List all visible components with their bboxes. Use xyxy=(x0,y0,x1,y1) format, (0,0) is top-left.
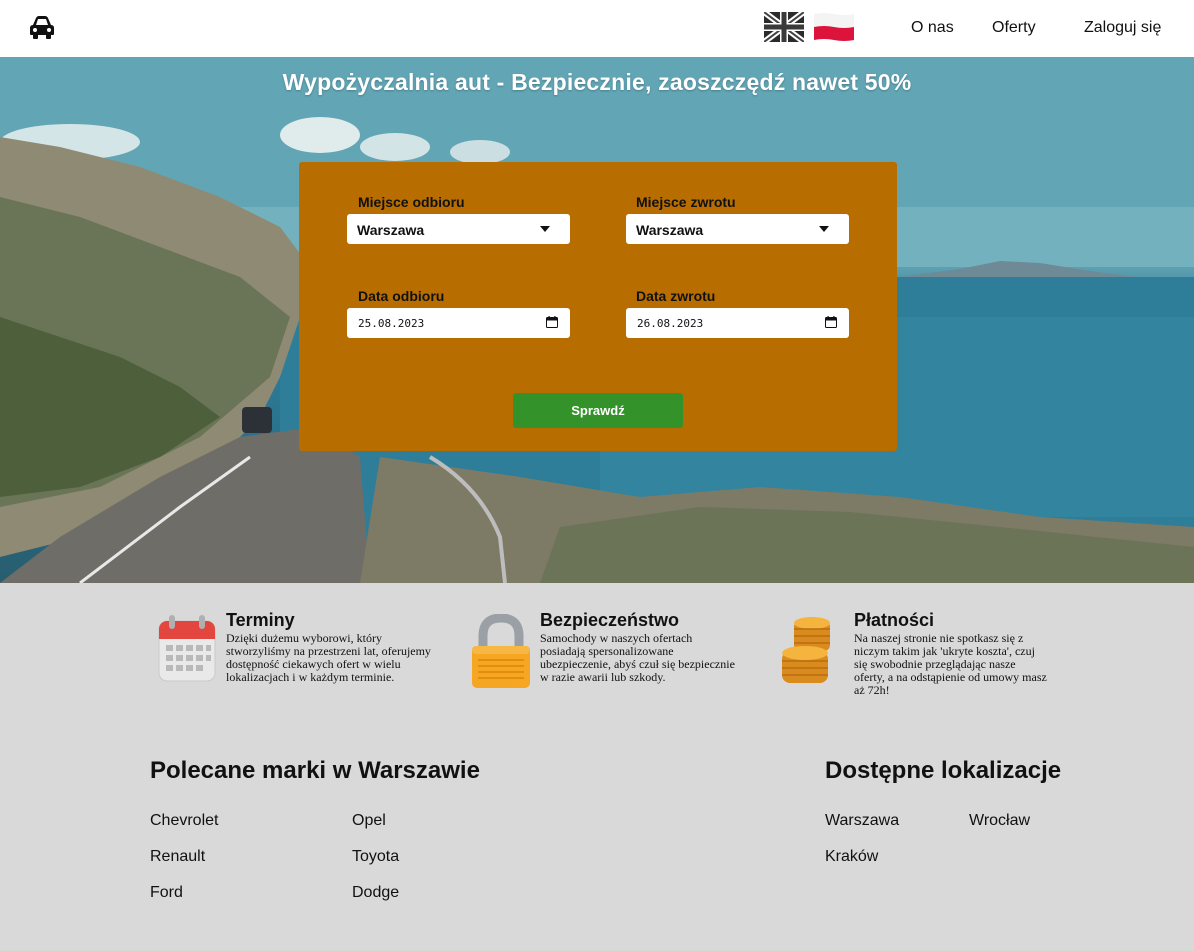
feature-title-payments: Płatności xyxy=(854,610,935,630)
location-link-warszawa[interactable]: Warszawa xyxy=(825,812,899,830)
hero-banner: Wypożyczalnia aut - Bezpiecznie, zaoszcz… xyxy=(0,57,1194,583)
pickup-date-label: Data odbioru xyxy=(358,288,445,304)
brand-link-renault[interactable]: Renault xyxy=(150,848,205,866)
brand-link-ford[interactable]: Ford xyxy=(150,884,183,902)
calendar-picker-icon[interactable] xyxy=(546,316,558,328)
return-date-input[interactable]: 26.08.2023 xyxy=(626,308,849,338)
nav-link-about[interactable]: O nas xyxy=(911,19,954,37)
pickup-date-input[interactable]: 25.08.2023 xyxy=(347,308,570,338)
check-availability-button[interactable]: Sprawdź xyxy=(513,393,683,428)
feature-text-safety: Samochody w naszych ofertach posiadają s… xyxy=(540,631,735,684)
car-icon[interactable] xyxy=(28,14,56,40)
feature-text-terms: Dzięki dużemu wyborowi, który stworzyliś… xyxy=(226,631,431,684)
location-link-krakow[interactable]: Kraków xyxy=(825,848,878,866)
pickup-place-select[interactable]: Warszawa xyxy=(347,214,570,244)
padlock-icon xyxy=(472,614,530,688)
return-place-select[interactable]: Warszawa xyxy=(626,214,849,244)
pickup-place-label: Miejsce odbioru xyxy=(358,194,465,210)
locations-section-title: Dostępne lokalizacje xyxy=(825,757,1062,784)
pickup-date-value: 25.08.2023 xyxy=(358,317,425,330)
coins-icon xyxy=(782,617,830,683)
return-date-value: 26.08.2023 xyxy=(637,317,704,330)
chevron-down-icon xyxy=(540,226,550,232)
navbar: O nas Oferty Zaloguj się xyxy=(0,0,1194,57)
calendar-picker-icon[interactable] xyxy=(825,316,837,328)
poland-flag-icon[interactable] xyxy=(814,12,854,42)
chevron-down-icon xyxy=(819,226,829,232)
feature-title-terms: Terminy xyxy=(226,610,295,630)
feature-text-payments: Na naszej stronie nie spotkasz się z nic… xyxy=(854,631,1047,697)
brand-link-toyota[interactable]: Toyota xyxy=(352,848,399,866)
brand-link-dodge[interactable]: Dodge xyxy=(352,884,399,902)
calendar-icon xyxy=(158,615,216,682)
brands-section-title: Polecane marki w Warszawie xyxy=(150,757,480,784)
brand-link-chevrolet[interactable]: Chevrolet xyxy=(150,812,218,830)
return-place-label: Miejsce zwrotu xyxy=(636,194,736,210)
feature-title-safety: Bezpieczeństwo xyxy=(540,610,680,630)
brand-link-opel[interactable]: Opel xyxy=(352,812,386,830)
nav-link-login[interactable]: Zaloguj się xyxy=(1084,19,1161,37)
return-date-label: Data zwrotu xyxy=(636,288,716,304)
nav-link-offers[interactable]: Oferty xyxy=(992,19,1036,37)
return-place-value: Warszawa xyxy=(636,222,704,238)
rental-search-form: Miejsce odbioru Warszawa Miejsce zwrotu … xyxy=(299,162,897,451)
pickup-place-value: Warszawa xyxy=(357,222,425,238)
uk-flag-icon[interactable] xyxy=(764,12,804,42)
hero-title: Wypożyczalnia aut - Bezpiecznie, zaoszcz… xyxy=(282,69,912,95)
location-link-wroclaw[interactable]: Wrocław xyxy=(969,812,1030,830)
